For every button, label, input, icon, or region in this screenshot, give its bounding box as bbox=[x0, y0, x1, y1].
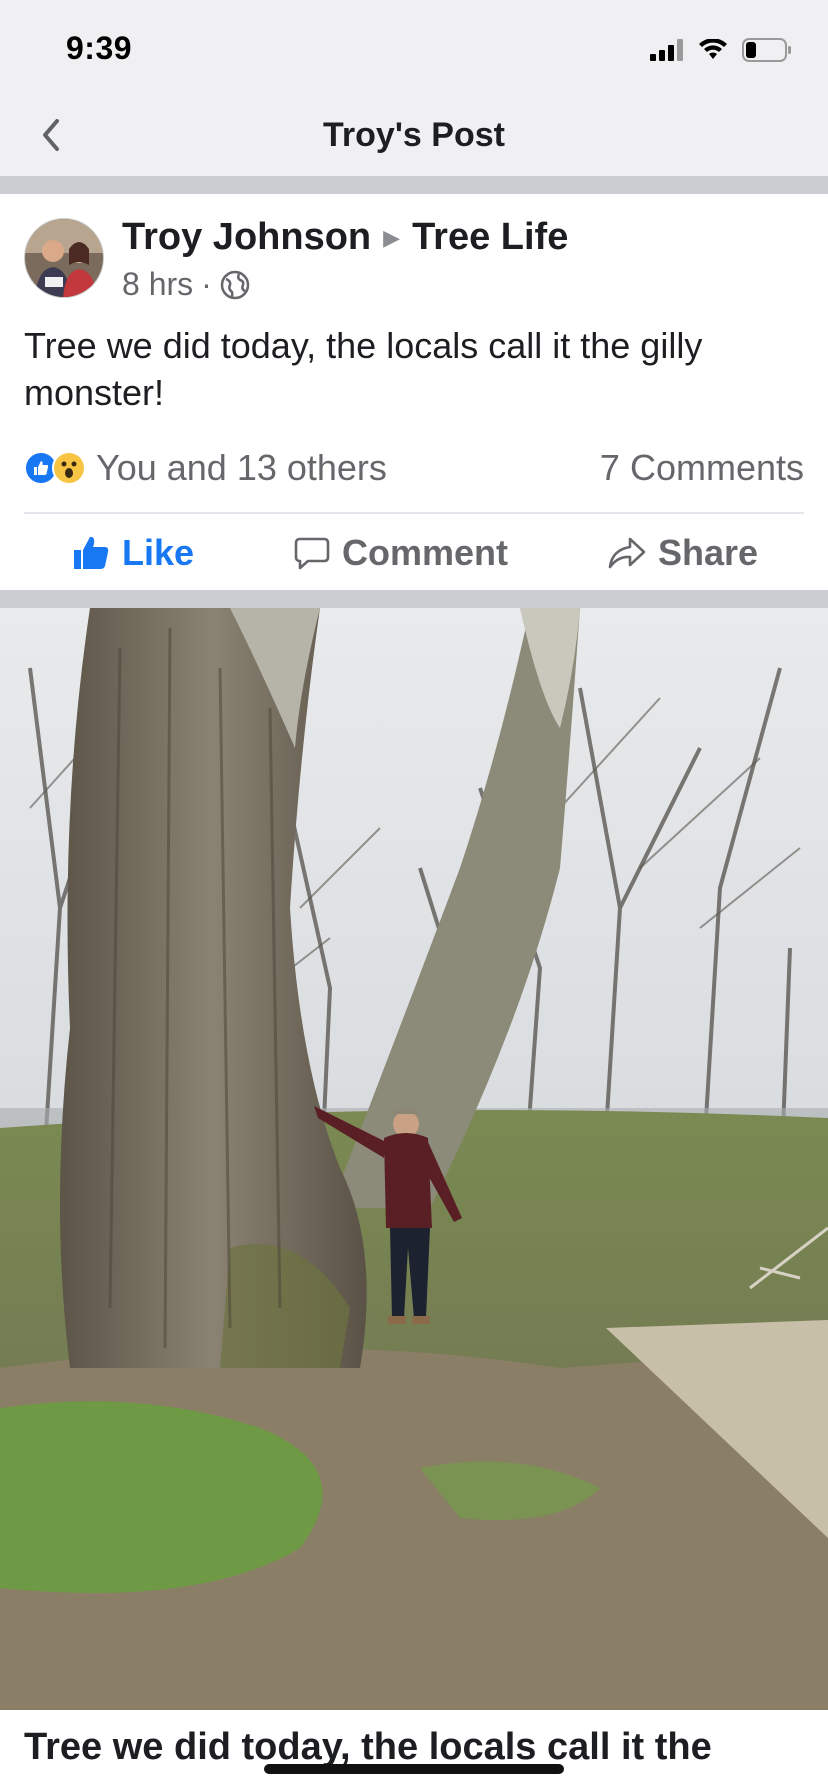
like-label: Like bbox=[122, 532, 195, 573]
like-button[interactable]: Like bbox=[72, 532, 194, 574]
post-meta: 8 hrs · bbox=[122, 266, 250, 303]
comment-label: Comment bbox=[342, 532, 509, 573]
meta-separator: · bbox=[201, 266, 212, 302]
reactions-row: You and 13 others 7 Comments bbox=[24, 444, 804, 492]
avatar-image bbox=[25, 219, 103, 297]
wow-reaction-icon bbox=[52, 451, 86, 485]
share-icon bbox=[608, 537, 646, 569]
author-line: Troy Johnson ▶ Tree Life bbox=[122, 216, 568, 259]
caret-right-icon: ▶ bbox=[383, 224, 401, 250]
group-name[interactable]: Tree Life bbox=[412, 216, 568, 259]
post-photo[interactable] bbox=[0, 608, 828, 1710]
post-header: Troy Johnson ▶ Tree Life 8 hrs · bbox=[0, 194, 828, 324]
section-divider bbox=[0, 590, 828, 608]
author-name[interactable]: Troy Johnson bbox=[122, 216, 371, 259]
share-button[interactable]: Share bbox=[608, 532, 758, 574]
photo-caption: Tree we did today, the locals call it th… bbox=[24, 1726, 712, 1768]
post-actions: Like Comment Share bbox=[0, 514, 828, 590]
avatar[interactable] bbox=[24, 218, 104, 298]
comment-icon bbox=[294, 537, 330, 570]
comments-count[interactable]: 7 Comments bbox=[600, 447, 804, 489]
reaction-icons bbox=[24, 451, 88, 485]
status-time: 9:39 bbox=[66, 30, 133, 66]
status-icons bbox=[650, 36, 792, 64]
section-divider bbox=[0, 176, 828, 194]
home-indicator[interactable] bbox=[264, 1764, 564, 1774]
battery-icon bbox=[742, 38, 791, 62]
thumbs-up-icon bbox=[74, 536, 109, 569]
share-label: Share bbox=[658, 532, 759, 573]
cellular-signal-icon bbox=[650, 39, 683, 61]
page-title: Troy's Post bbox=[323, 116, 505, 154]
wifi-icon bbox=[699, 39, 727, 59]
post-text: Tree we did today, the locals call it th… bbox=[24, 325, 703, 413]
globe-icon bbox=[220, 270, 250, 299]
tree-photo-illustration bbox=[0, 608, 828, 1710]
reactions-summary[interactable]: You and 13 others bbox=[24, 447, 387, 489]
nav-bar: Troy's Post bbox=[0, 96, 828, 176]
status-bar: 9:39 bbox=[0, 0, 828, 96]
comment-button[interactable]: Comment bbox=[294, 532, 508, 574]
post-time[interactable]: 8 hrs bbox=[122, 266, 193, 303]
reactions-text: You and 13 others bbox=[96, 447, 387, 488]
